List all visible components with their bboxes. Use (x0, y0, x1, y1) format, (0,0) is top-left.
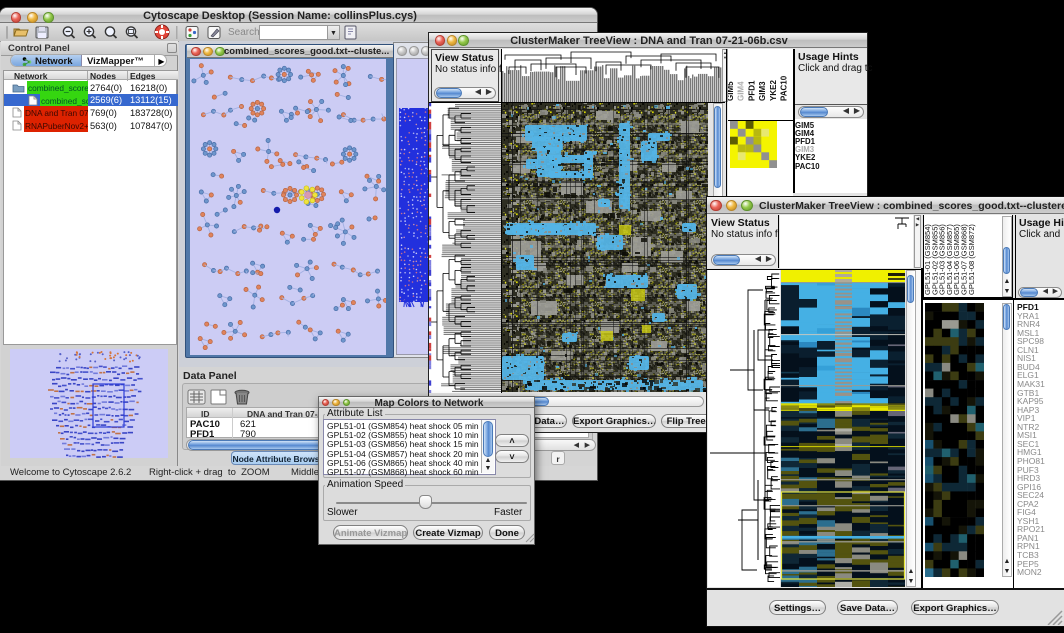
svg-text:GIM4: GIM4 (737, 81, 746, 101)
svg-text:GIM3: GIM3 (758, 81, 767, 101)
svg-text:PFD1: PFD1 (747, 80, 756, 101)
svg-text:GIM5: GIM5 (728, 81, 735, 101)
svg-text:GPL51-08 (GSM872): GPL51-08 (GSM872) (967, 224, 976, 295)
svg-text:YKE2: YKE2 (769, 80, 778, 101)
svg-text:PAC10: PAC10 (780, 75, 789, 101)
